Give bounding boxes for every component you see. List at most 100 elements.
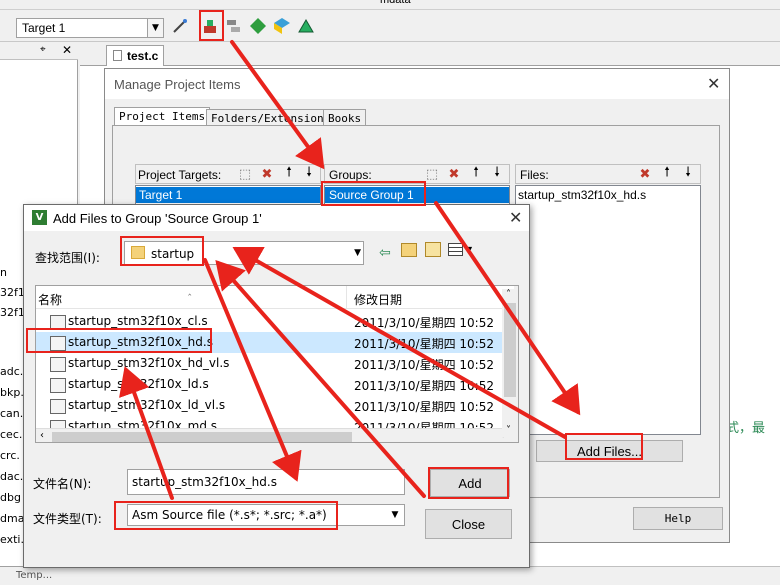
delete-icon[interactable]: ✖ [636, 165, 654, 183]
target-item[interactable]: Target 1 [136, 187, 320, 203]
move-up-icon[interactable]: 🠕 [467, 165, 485, 183]
left-panel-item[interactable]: dac. [0, 470, 23, 483]
left-panel-item[interactable]: dma [0, 512, 24, 525]
editor-tab-bar: test.c [80, 42, 780, 66]
file-row[interactable]: startup_stm32f10x_ld.s 2011/3/10/星期四 10:… [36, 374, 514, 395]
file-row[interactable]: startup_stm32f10x_cl.s 2011/3/10/星期四 10:… [36, 311, 514, 332]
move-down-icon[interactable]: 🠗 [679, 165, 697, 183]
target-select-value: Target 1 [22, 21, 66, 35]
select-packs-icon[interactable] [248, 16, 268, 36]
move-down-icon[interactable]: 🠗 [300, 165, 318, 183]
file-name: startup_stm32f10x_hd.s [68, 335, 213, 349]
groups-list[interactable]: Source Group 1 [324, 185, 510, 205]
left-panel-item[interactable]: exti. [0, 533, 24, 546]
left-panel-item[interactable]: dbg [0, 491, 21, 504]
add-files-button[interactable]: Add Files... [536, 440, 683, 462]
new-icon[interactable]: ⬚ [236, 165, 254, 183]
column-date-header[interactable]: 修改日期 [354, 291, 402, 308]
sort-up-icon: ‸ [188, 285, 192, 296]
build-toolbar: Target 1 ▼ [0, 10, 780, 42]
project-panel-header: ⌖ ✕ [0, 42, 78, 60]
manage-project-icon[interactable] [200, 16, 220, 36]
target-select[interactable]: Target 1 ▼ [16, 18, 164, 38]
file-date: 2011/3/10/星期四 10:52 [354, 400, 494, 414]
up-folder-icon[interactable] [401, 243, 417, 257]
left-panel-item[interactable]: can. [0, 407, 23, 420]
scrollbar-thumb[interactable] [504, 303, 516, 397]
add-button[interactable]: Add [430, 469, 510, 497]
tab-project-items[interactable]: Project Items [114, 107, 211, 126]
rte-icon[interactable] [296, 16, 316, 36]
horizontal-scrollbar[interactable]: ‹ › [36, 428, 514, 442]
tab-test-c[interactable]: test.c [106, 45, 164, 66]
filetype-label: 文件类型(T): [33, 512, 102, 526]
tab-folders-extensions[interactable]: Folders/Extensions [206, 109, 336, 126]
file-date: 2011/3/10/星期四 10:52 [354, 379, 494, 393]
left-panel-item[interactable]: n [0, 266, 7, 279]
new-folder-icon[interactable] [425, 242, 441, 257]
script-file-icon [50, 378, 66, 393]
project-targets-label: Project Targets: [138, 168, 222, 182]
panel-bottom-tab[interactable]: Temp... [0, 566, 78, 585]
look-in-select[interactable]: startup ▼ [124, 241, 364, 265]
file-row-selected[interactable]: startup_stm32f10x_hd.s 2011/3/10/星期四 10:… [36, 332, 514, 353]
scroll-left-icon[interactable]: ‹ [40, 430, 44, 441]
add-files-button-label: Add Files... [576, 443, 643, 459]
delete-icon[interactable]: ✖ [258, 165, 276, 183]
close-icon[interactable]: ✕ [707, 74, 720, 93]
tab-folders-extensions-label: Folders/Extensions [211, 112, 331, 125]
chevron-down-icon[interactable]: ▼ [388, 508, 402, 522]
vertical-scrollbar-track[interactable]: ˄ ˅ [502, 289, 518, 437]
pin-icon[interactable]: ⌖ [40, 44, 46, 55]
files-header: Files: ✖ 🠕 🠗 [515, 164, 701, 184]
chevron-down-icon[interactable]: ▼ [354, 248, 361, 258]
help-button[interactable]: Help [633, 507, 723, 530]
main-toolbar: mdata [0, 0, 780, 10]
file-row[interactable]: startup_stm32f10x_ld_vl.s 2011/3/10/星期四 … [36, 395, 514, 416]
files-list[interactable]: startup_stm32f10x_hd.s [515, 185, 701, 435]
tab-books[interactable]: Books [323, 109, 367, 126]
new-icon[interactable]: ⬚ [423, 165, 441, 183]
scrollbar-thumb[interactable] [52, 432, 352, 442]
keil-app-icon: V [32, 210, 47, 225]
filename-input-value: startup_stm32f10x_hd.s [132, 475, 277, 489]
scroll-down-icon[interactable]: ˅ [506, 425, 511, 436]
file-row[interactable]: startup_stm32f10x_hd_vl.s 2011/3/10/星期四 … [36, 353, 514, 374]
file-item[interactable]: startup_stm32f10x_hd.s [518, 188, 646, 202]
close-button[interactable]: Close [425, 509, 512, 539]
left-panel-item[interactable]: crc. [0, 449, 20, 462]
left-panel-item[interactable]: cec. [0, 428, 22, 441]
back-icon[interactable]: ⇦ [379, 245, 391, 261]
close-icon[interactable]: ✕ [62, 43, 72, 57]
file-list-header: 名称 ‸ 修改日期 [36, 286, 514, 309]
left-panel-item[interactable]: 32f1 [0, 286, 25, 299]
editor-horizontal-scrollbar[interactable] [80, 566, 780, 585]
close-icon[interactable]: ✕ [509, 208, 522, 227]
script-file-icon [50, 357, 66, 372]
left-panel-item[interactable]: bkp. [0, 386, 24, 399]
move-down-icon[interactable]: 🠗 [488, 165, 506, 183]
scroll-up-icon[interactable]: ˄ [506, 289, 511, 300]
components-icon[interactable] [224, 16, 244, 36]
move-up-icon[interactable]: 🠕 [280, 165, 298, 183]
filename-input[interactable]: startup_stm32f10x_hd.s [127, 469, 405, 495]
move-up-icon[interactable]: 🠕 [658, 165, 676, 183]
column-name-header[interactable]: 名称 [38, 291, 62, 308]
file-list[interactable]: 名称 ‸ 修改日期 startup_stm32f10x_cl.s 2011/3/… [35, 285, 519, 443]
help-button-label: Help [664, 512, 692, 525]
project-targets-list[interactable]: Target 1 [135, 185, 321, 205]
left-panel-item[interactable]: 32f1 [0, 306, 25, 319]
left-panel-item[interactable]: adc. [0, 365, 23, 378]
view-menu-icon[interactable] [448, 243, 463, 256]
chevron-down-icon[interactable]: ▼ [147, 19, 163, 37]
group-item[interactable]: Source Group 1 [325, 187, 509, 203]
options-wand-icon[interactable] [170, 16, 190, 36]
file-name: startup_stm32f10x_hd_vl.s [68, 356, 230, 370]
chevron-down-icon[interactable]: ▼ [466, 245, 472, 254]
close-button-label: Close [451, 516, 486, 532]
add-dialog-titlebar: V Add Files to Group 'Source Group 1' ✕ [24, 205, 529, 231]
delete-icon[interactable]: ✖ [445, 165, 463, 183]
pack-installer-icon[interactable] [272, 16, 292, 36]
filename-label: 文件名(N): [33, 477, 92, 491]
filetype-select[interactable]: Asm Source file (*.s*; *.src; *.a*) ▼ [127, 504, 405, 526]
